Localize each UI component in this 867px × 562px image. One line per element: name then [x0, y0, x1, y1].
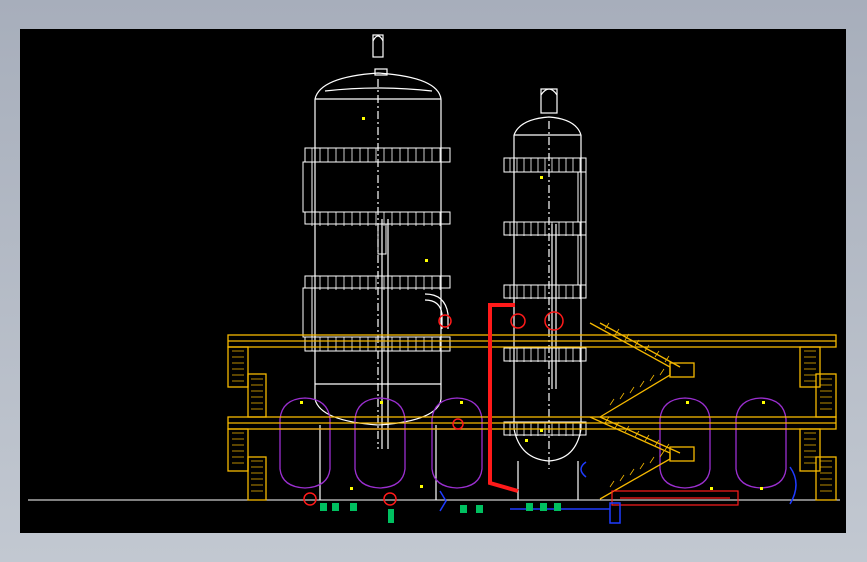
cad-drawing-canvas[interactable] [20, 29, 846, 533]
annotation-markers [300, 117, 765, 490]
left-column-platforms [302, 147, 451, 352]
horizontal-exchanger [611, 490, 739, 506]
right-column-platforms [503, 157, 587, 437]
green-equipment [320, 503, 561, 523]
tall-column-left [314, 34, 449, 500]
yellow-platform-structure [227, 322, 837, 501]
industrial-elevation-drawing [28, 34, 840, 524]
purple-storage-tanks [279, 397, 787, 489]
blue-equipment [439, 461, 797, 524]
